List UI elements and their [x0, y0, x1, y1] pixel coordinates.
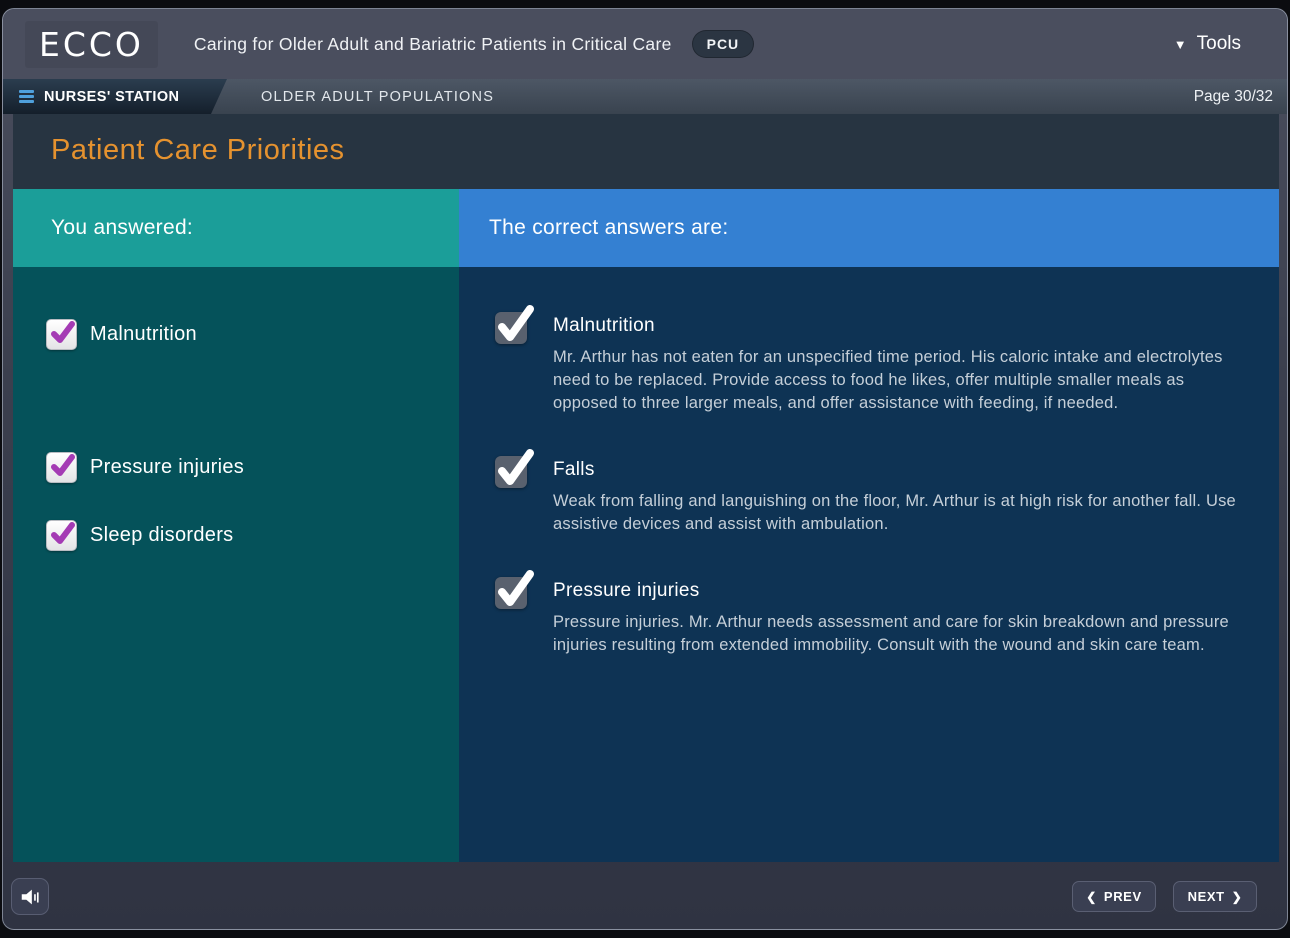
- top-header-bar: ECCO Caring for Older Adult and Bariatri…: [3, 9, 1287, 79]
- course-title: Caring for Older Adult and Bariatric Pat…: [194, 34, 672, 55]
- nurses-station-tab[interactable]: NURSES' STATION: [3, 79, 227, 114]
- title-band: Patient Care Priorities: [13, 114, 1279, 189]
- user-panel-heading: You answered:: [13, 189, 459, 267]
- speaker-icon: [19, 886, 41, 908]
- correct-answer-description: Mr. Arthur has not eaten for an unspecif…: [553, 346, 1253, 415]
- user-answer-item: Sleep disorders: [46, 483, 459, 551]
- checkbox-checked-icon: [495, 456, 527, 488]
- content-area: Patient Care Priorities You answered: Ma…: [13, 114, 1279, 862]
- checkbox-checked-icon[interactable]: [46, 319, 77, 350]
- page-title: Patient Care Priorities: [13, 114, 1279, 167]
- correct-answer-item: Malnutrition Mr. Arthur has not eaten fo…: [495, 310, 1259, 415]
- user-answers-panel: You answered: Malnutrition Pressure inju…: [13, 189, 459, 862]
- correct-answer-label: Falls: [553, 459, 1253, 481]
- checkbox-checked-icon[interactable]: [46, 452, 77, 483]
- correct-answer-description: Weak from falling and languishing on the…: [553, 490, 1253, 536]
- user-answer-label: Pressure injuries: [90, 456, 244, 479]
- correct-answer-item: Falls Weak from falling and languishing …: [495, 454, 1259, 536]
- user-answer-item: Pressure injuries: [46, 350, 459, 483]
- nurses-station-label: NURSES' STATION: [44, 89, 179, 105]
- footer-bar: ❮ PREV NEXT ❯: [3, 862, 1287, 930]
- unit-badge: PCU: [692, 30, 755, 58]
- prev-button[interactable]: ❮ PREV: [1072, 881, 1156, 912]
- correct-answer-label: Malnutrition: [553, 315, 1253, 337]
- tools-dropdown[interactable]: ▼ Tools: [1174, 33, 1259, 55]
- user-answer-item: Malnutrition: [46, 267, 459, 350]
- app-window: ECCO Caring for Older Adult and Bariatri…: [2, 8, 1288, 930]
- correct-answers-panel: The correct answers are: Malnutrition Mr…: [459, 189, 1279, 862]
- nav-bar: NURSES' STATION OLDER ADULT POPULATIONS …: [3, 79, 1287, 114]
- ecco-logo: ECCO: [25, 21, 158, 68]
- correct-answer-item: Pressure injuries Pressure injuries. Mr.…: [495, 575, 1259, 657]
- user-answer-label: Sleep disorders: [90, 524, 233, 547]
- tools-label: Tools: [1197, 33, 1241, 55]
- checkbox-checked-icon: [495, 312, 527, 344]
- dropdown-arrow-icon: ▼: [1174, 37, 1187, 52]
- hamburger-menu-icon: [19, 90, 34, 103]
- next-button-label: NEXT: [1188, 889, 1225, 904]
- user-answer-label: Malnutrition: [90, 323, 197, 346]
- section-breadcrumb: OLDER ADULT POPULATIONS: [261, 89, 494, 105]
- page-indicator: Page 30/32: [1194, 88, 1287, 106]
- prev-button-label: PREV: [1104, 889, 1142, 904]
- correct-panel-heading: The correct answers are:: [459, 189, 1279, 267]
- next-button[interactable]: NEXT ❯: [1173, 881, 1257, 912]
- chevron-right-icon: ❯: [1232, 890, 1243, 904]
- audio-button[interactable]: [11, 878, 49, 915]
- checkbox-checked-icon: [495, 577, 527, 609]
- chevron-left-icon: ❮: [1086, 890, 1097, 904]
- correct-answer-label: Pressure injuries: [553, 580, 1253, 602]
- checkbox-checked-icon[interactable]: [46, 520, 77, 551]
- correct-answer-description: Pressure injuries. Mr. Arthur needs asse…: [553, 611, 1253, 657]
